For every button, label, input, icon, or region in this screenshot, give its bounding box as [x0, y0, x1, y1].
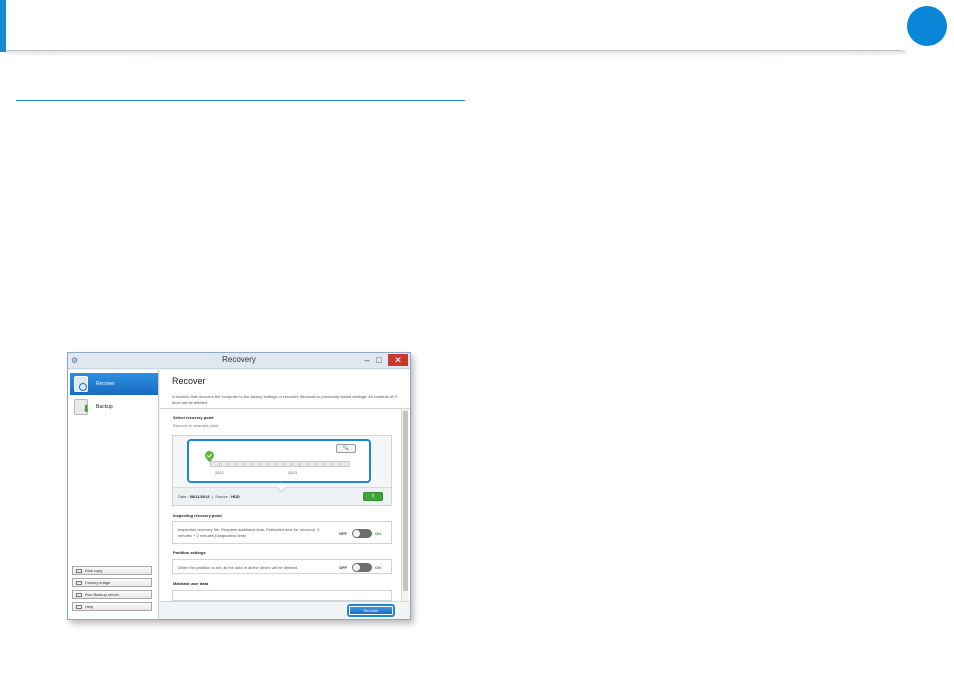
bottom-bar: Recover — [160, 601, 410, 619]
help-icon — [76, 605, 82, 609]
partition-text: When the partition is set, all the data … — [178, 565, 299, 570]
year-label: 2012 — [215, 470, 224, 475]
run-backup-server-button[interactable]: Run Backup server — [72, 590, 152, 599]
section-rule — [16, 100, 465, 101]
zoom-button[interactable]: 🔍 — [336, 444, 356, 453]
recovery-window: ⚙ Recovery – □ ✕ Recover ⬇ Backup Disk c… — [67, 352, 411, 620]
page-description: A function that recovers the computer to… — [172, 394, 399, 405]
button-label: Factory image — [85, 580, 111, 585]
recover-button[interactable]: Recover — [347, 604, 395, 617]
recovery-timeline: 🔍 2012 2013 Date: 08/11/2012 | Source:… — [172, 435, 392, 506]
sidebar-item-label: Recover — [96, 381, 115, 387]
timeline-highlight: 🔍 2012 2013 — [187, 439, 371, 483]
select-point-subtitle: Recover to selected point. — [173, 423, 220, 428]
button-label: Run Backup server — [85, 592, 120, 597]
toggle-switch — [352, 529, 372, 538]
button-label: Disk copy — [85, 568, 103, 573]
timeline-footer: Date : 08/11/2012 | Source : HDD ⇩ — [173, 482, 391, 505]
title-bar: ⚙ Recovery – □ ✕ — [68, 353, 410, 369]
header-shadow — [6, 50, 906, 58]
disk-copy-button[interactable]: Disk copy — [72, 566, 152, 575]
factory-image-icon — [76, 581, 82, 585]
date-value: 08/11/2012 — [189, 494, 210, 499]
main-content: Recover A function that recovers the com… — [160, 370, 410, 619]
toggle-off-label: OFF — [339, 565, 347, 570]
factory-image-button[interactable]: Factory image — [72, 578, 152, 587]
toggle-on-label: ON — [375, 531, 381, 536]
select-point-title: Select recovery point — [173, 415, 214, 420]
content-divider — [160, 408, 410, 409]
scrollbar-thumb[interactable] — [403, 411, 408, 591]
year-label: 2013 — [288, 470, 297, 475]
restore-point-button[interactable]: ⇩ — [363, 492, 383, 501]
scrollbar[interactable] — [401, 409, 408, 601]
maintain-option — [172, 590, 392, 601]
inspecting-option: Inspection recovery file. Requires addit… — [172, 521, 392, 544]
maximize-button[interactable]: □ — [374, 354, 384, 366]
disk-copy-icon — [76, 569, 82, 573]
partition-option: When the partition is set, all the data … — [172, 559, 392, 574]
download-arrow-icon: ⬇ — [82, 404, 91, 415]
toggle-switch — [352, 563, 372, 572]
page-left-accent — [0, 0, 6, 52]
sidebar: Recover ⬇ Backup Disk copy Factory image… — [68, 370, 159, 619]
minimize-button[interactable]: – — [362, 354, 372, 366]
source-value: HDD — [231, 494, 240, 499]
partition-toggle[interactable]: OFF ON — [339, 563, 389, 572]
inspecting-toggle[interactable]: OFF ON — [339, 529, 389, 538]
sidebar-item-label: Backup — [96, 404, 113, 410]
maintain-title: Maintain user data — [173, 581, 209, 586]
sidebar-item-backup[interactable]: ⬇ Backup — [70, 396, 158, 418]
help-button[interactable]: Help — [72, 602, 152, 611]
recovery-point-info: Date : 08/11/2012 | Source : HDD — [178, 494, 240, 499]
close-button[interactable]: ✕ — [388, 354, 408, 366]
button-label: Help — [85, 604, 94, 609]
inspecting-title: Inspecting recovery point — [173, 513, 222, 518]
timeline-track[interactable] — [210, 461, 350, 467]
server-icon — [76, 593, 82, 597]
recover-icon — [74, 376, 88, 392]
toggle-off-label: OFF — [339, 531, 347, 536]
recovery-point-marker-icon[interactable] — [205, 451, 214, 462]
recover-button-label: Recover — [350, 607, 392, 614]
sidebar-item-recover[interactable]: Recover — [70, 373, 158, 395]
toggle-on-label: ON — [375, 565, 381, 570]
caret-indicator — [276, 482, 287, 493]
partition-title: Partition settings — [173, 550, 206, 555]
page-number-dot — [907, 6, 947, 46]
page-title: Recover — [172, 376, 206, 386]
window-title: Recovery — [222, 355, 256, 364]
inspecting-text: Inspection recovery file. Requires addit… — [178, 527, 320, 538]
